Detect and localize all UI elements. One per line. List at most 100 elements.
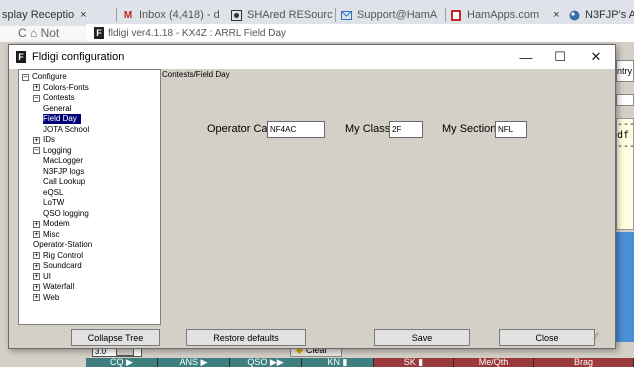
- tree-item-label: MacLogger: [43, 156, 84, 165]
- tab-title: SHAred RESourc: [247, 9, 333, 21]
- fldigi-app-icon: F: [94, 27, 104, 39]
- expand-icon[interactable]: +: [33, 252, 40, 259]
- tree-item[interactable]: − Configure: [22, 72, 67, 82]
- close-icon[interactable]: ×: [80, 9, 86, 21]
- macro-button[interactable]: Brag: [534, 358, 634, 367]
- gmail-icon: M: [123, 9, 133, 21]
- close-icon[interactable]: ×: [553, 9, 559, 21]
- main-log-tabs[interactable]: ntry No: [616, 60, 634, 82]
- tree-item[interactable]: General: [43, 104, 71, 114]
- expand-icon[interactable]: +: [33, 220, 40, 228]
- macro-button[interactable]: ANS ▶: [158, 358, 230, 367]
- tree-item[interactable]: + Rig Control: [33, 251, 83, 261]
- restore-defaults-button[interactable]: Restore defaults: [186, 329, 306, 346]
- tree-item[interactable]: + IDs: [33, 135, 55, 145]
- resize-grip-icon[interactable]: ⁄⁄: [595, 331, 598, 341]
- close-icon[interactable]: ×: [443, 9, 444, 21]
- expand-icon[interactable]: +: [33, 273, 40, 280]
- expand-icon[interactable]: +: [33, 231, 40, 238]
- tree-item[interactable]: LoTW: [43, 198, 64, 208]
- tree-item[interactable]: JOTA School: [43, 125, 89, 135]
- tree-item[interactable]: Operator-Station: [33, 240, 92, 250]
- browser-tab[interactable]: Support@HamA ×: [340, 4, 444, 26]
- macro-button[interactable]: QSO ▶▶: [230, 358, 302, 367]
- tree-item-label: Rig Control: [43, 250, 84, 260]
- tree-item[interactable]: − Contests: [33, 93, 75, 103]
- maximize-button[interactable]: ☐: [543, 45, 577, 69]
- tree-item-label: Modem: [43, 219, 70, 228]
- tree-item[interactable]: + Soundcard: [33, 261, 82, 271]
- macro-button[interactable]: KN ▮: [302, 358, 374, 367]
- tree-item[interactable]: eQSL: [43, 188, 63, 198]
- browser-tab[interactable]: HamApps.com ×: [450, 4, 562, 26]
- expand-icon[interactable]: +: [33, 84, 40, 91]
- minimize-button[interactable]: —: [509, 45, 543, 69]
- tree-item-selected[interactable]: Field Day: [43, 114, 81, 124]
- collapse-icon[interactable]: −: [33, 94, 40, 102]
- collapse-icon[interactable]: −: [33, 147, 40, 154]
- save-button[interactable]: Save: [374, 329, 470, 346]
- expand-icon[interactable]: +: [33, 283, 40, 291]
- macro-button[interactable]: SK ▮: [374, 358, 454, 367]
- tree-item[interactable]: + Colors-Fonts: [33, 83, 89, 93]
- macro-button[interactable]: Me/Qth: [454, 358, 534, 367]
- my-section-field[interactable]: NFL: [495, 121, 527, 138]
- close-window-button[interactable]: ✕: [579, 45, 613, 69]
- close-button[interactable]: Close: [499, 329, 595, 346]
- main-waterfall[interactable]: [616, 232, 634, 342]
- my-class-field[interactable]: 2F: [389, 121, 423, 138]
- dialog-titlebar[interactable]: F Fldigi configuration — ☐ ✕: [9, 45, 615, 69]
- screen: splay Receptio × M Inbox (4,418) - d × S…: [0, 0, 634, 367]
- tree-item-label: QSO logging: [43, 208, 89, 218]
- fldigi-app-icon: F: [16, 51, 26, 63]
- expand-icon[interactable]: +: [33, 136, 40, 144]
- tree-item[interactable]: N3FJP logs: [43, 167, 84, 177]
- tree-item-label: Web: [43, 292, 60, 302]
- tree-item-label: Operator-Station: [33, 240, 93, 249]
- dialog-title: Fldigi configuration: [32, 51, 125, 63]
- hamapps-icon: [450, 9, 462, 21]
- tab-title: splay Receptio: [2, 9, 75, 21]
- collapse-icon[interactable]: −: [22, 73, 29, 81]
- tree-item[interactable]: + Web: [33, 293, 59, 303]
- breadcrumb: Contests/Field Day: [162, 70, 230, 79]
- speed-slider-knob[interactable]: [116, 348, 134, 356]
- config-tree[interactable]: − Configure + Colors-Fonts − Contests General F…: [18, 69, 161, 325]
- tree-item-label: Configure: [32, 72, 67, 81]
- tree-item[interactable]: + Modem: [33, 219, 70, 229]
- tree-item-label: JOTA School: [43, 124, 90, 134]
- tab-title: N3FJP's Amate: [585, 9, 634, 21]
- browser-tab[interactable]: splay Receptio ×: [2, 4, 114, 26]
- macro-bar: CQ ▶ ANS ▶ QSO ▶▶ KN ▮ SK ▮ Me/Qth Brag: [86, 358, 634, 367]
- tree-item-label: Field Day: [43, 114, 77, 123]
- fldigi-configuration-dialog: F Fldigi configuration — ☐ ✕ − Configure +…: [8, 44, 616, 349]
- operator-call-field[interactable]: NF4AC: [267, 121, 325, 138]
- tree-item[interactable]: MacLogger: [43, 156, 83, 166]
- tree-item-label: UI: [43, 271, 51, 281]
- browser-tab[interactable]: N3FJP's Amate: [568, 4, 634, 26]
- macro-button[interactable]: CQ ▶: [86, 358, 158, 367]
- main-log-field[interactable]: [616, 94, 634, 106]
- tree-item[interactable]: Call Lookup: [43, 177, 85, 187]
- expand-icon[interactable]: +: [33, 294, 40, 301]
- tree-item-label: IDs: [43, 135, 55, 144]
- fldigi-main-titlebar: F fldigi ver4.1.18 - KX4Z : ARRL Field D…: [86, 24, 634, 42]
- tree-item[interactable]: QSO logging: [43, 209, 89, 219]
- expand-icon[interactable]: +: [33, 262, 40, 270]
- tree-item[interactable]: + UI: [33, 272, 51, 282]
- tree-item-label: Misc: [43, 229, 60, 239]
- tree-item[interactable]: + Misc: [33, 230, 59, 240]
- tree-item[interactable]: + Waterfall: [33, 282, 74, 292]
- tree-item[interactable]: − Logging: [33, 146, 71, 156]
- collapse-tree-button[interactable]: Collapse Tree: [71, 329, 160, 346]
- tree-item-label: Contests: [43, 93, 75, 102]
- my-class-label: My Class: [345, 123, 391, 135]
- browser-tab[interactable]: SHAred RESourc ×: [230, 4, 334, 26]
- tree-item-label: eQSL: [43, 187, 64, 197]
- tree-item-label: Waterfall: [43, 282, 75, 291]
- tab-separator: [445, 8, 446, 22]
- main-receive-text[interactable]: ---- df ----: [616, 118, 634, 230]
- tree-item-label: N3FJP logs: [43, 166, 85, 176]
- tree-item-label: Call Lookup: [43, 177, 86, 186]
- browser-tab[interactable]: M Inbox (4,418) - d ×: [122, 4, 226, 26]
